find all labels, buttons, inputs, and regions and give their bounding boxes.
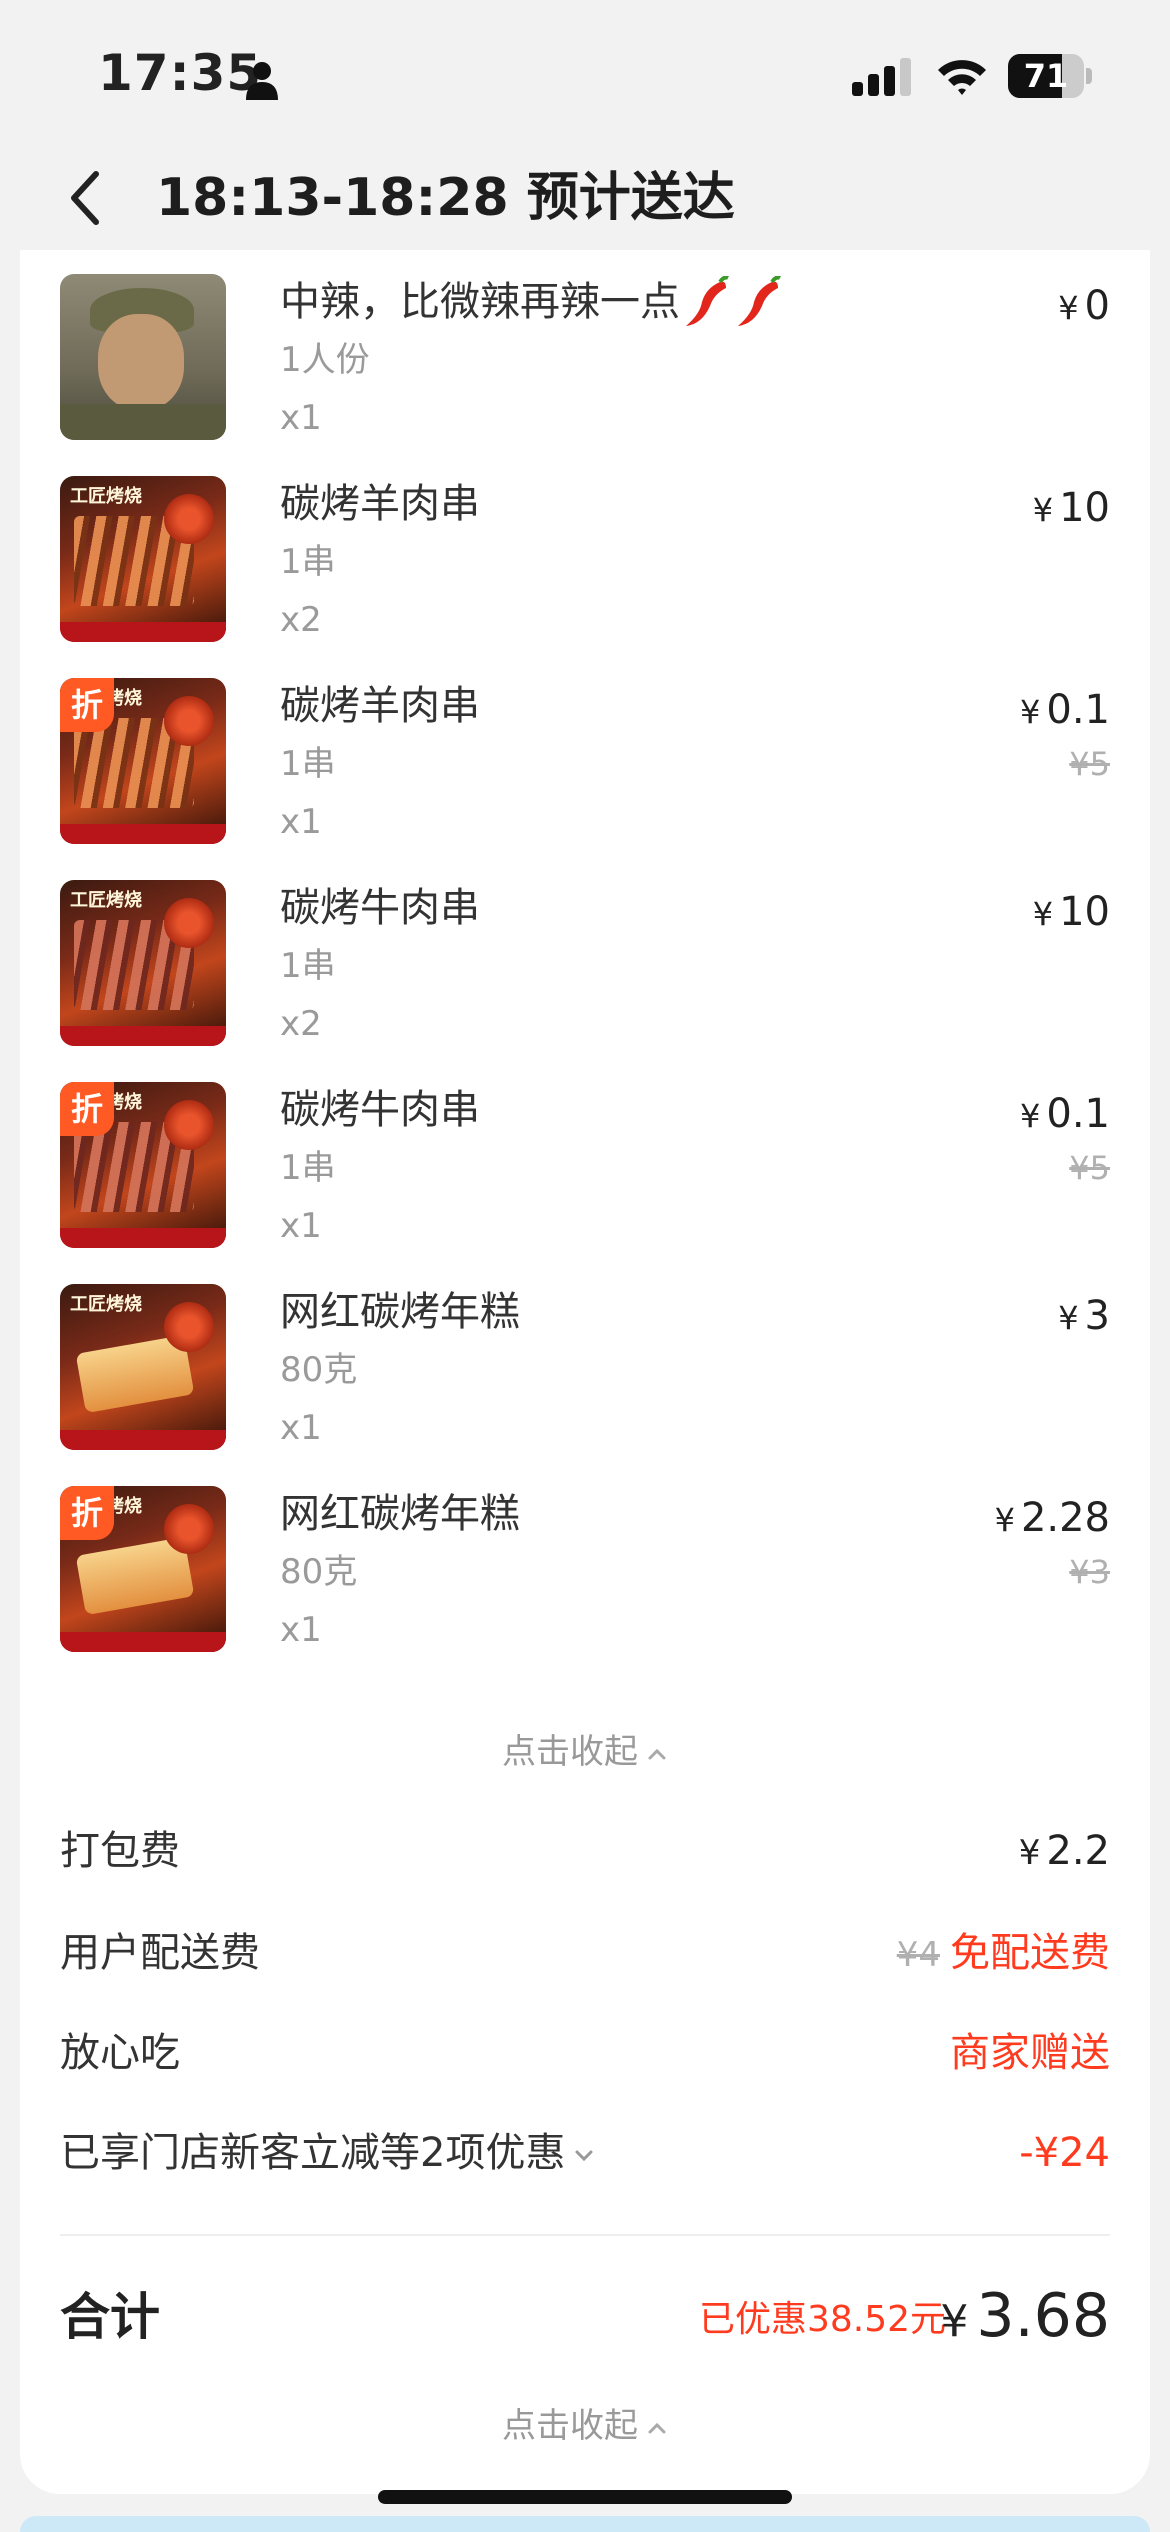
battery-indicator: 71 (1008, 54, 1092, 98)
item-thumbnail: 工匠烤烧 折 (60, 1082, 226, 1248)
promo-value: -¥24 (1019, 2130, 1110, 2176)
next-section-peek (20, 2516, 1150, 2532)
order-detail-card: 中辣，比微辣再辣一点 1人份 x1 ¥0 工匠烤烧 碳烤羊肉串 1串 x2 ¥1… (20, 250, 1150, 2494)
collapse-label: 点击收起 (502, 2406, 638, 2446)
list-item[interactable]: 工匠烤烧 折 碳烤羊肉串 1串 x1 ¥0.1 ¥5 (60, 678, 1110, 848)
total-label: 合计 (60, 2288, 160, 2346)
list-item[interactable]: 工匠烤烧 折 碳烤牛肉串 1串 x1 ¥0.1 ¥5 (60, 1082, 1110, 1252)
item-name: 中辣，比微辣再辣一点 (280, 274, 784, 332)
item-thumbnail: 工匠烤烧 折 (60, 1486, 226, 1652)
item-quantity: x1 (280, 802, 322, 842)
person-icon (246, 62, 278, 100)
item-quantity: x1 (280, 1206, 322, 1246)
item-thumbnail: 工匠烤烧 (60, 476, 226, 642)
page-header: 18:13-18:28 预计送达 (0, 150, 1170, 250)
item-name: 网红碳烤年糕 (280, 1289, 520, 1335)
item-name: 碳烤牛肉串 (280, 1087, 480, 1133)
item-spec: 80克 (280, 1350, 358, 1390)
item-spec: 80克 (280, 1552, 358, 1592)
item-price: ¥2.28 (994, 1495, 1110, 1541)
battery-level-text: 71 (1023, 57, 1069, 95)
item-thumbnail: 工匠烤烧 折 (60, 678, 226, 844)
assurance-row: 放心吃 商家赠送 (60, 2018, 1110, 2088)
item-name: 网红碳烤年糕 (280, 1491, 520, 1537)
item-quantity: x1 (280, 1610, 322, 1650)
chili-pepper-icon (686, 276, 729, 326)
item-spec: 1串 (280, 1148, 336, 1188)
list-item[interactable]: 工匠烤烧 碳烤羊肉串 1串 x2 ¥10 (60, 476, 1110, 646)
assurance-value: 商家赠送 (950, 2030, 1110, 2076)
status-bar: 17:35 71 (0, 0, 1170, 150)
back-arrow-icon[interactable] (56, 158, 116, 238)
list-item[interactable]: 中辣，比微辣再辣一点 1人份 x1 ¥0 (60, 274, 1110, 444)
chevron-up-icon (648, 2422, 666, 2433)
chevron-down-icon (575, 2150, 593, 2162)
cellular-signal-icon (852, 58, 911, 96)
item-original-price: ¥3 (1069, 1553, 1110, 1591)
item-spec: 1串 (280, 542, 336, 582)
chevron-up-icon (648, 1748, 666, 1759)
item-thumbnail: 工匠烤烧 (60, 1284, 226, 1450)
item-price: ¥3 (1058, 1293, 1110, 1339)
item-thumbnail (60, 274, 226, 440)
discount-badge: 折 (60, 678, 114, 732)
item-price: ¥10 (1032, 889, 1110, 935)
assurance-label: 放心吃 (60, 2030, 180, 2076)
list-item[interactable]: 工匠烤烧 折 网红碳烤年糕 80克 x1 ¥2.28 ¥3 (60, 1486, 1110, 1656)
total-saved: 已优惠38.52元 (698, 2299, 946, 2340)
collapse-items-button[interactable]: 点击收起 (20, 1724, 1150, 1773)
delivery-fee-row: 用户配送费 ¥4 免配送费 (60, 1918, 1110, 1988)
page-title: 18:13-18:28 预计送达 (156, 168, 735, 228)
item-price: ¥0.1 (1020, 1091, 1110, 1137)
item-price: ¥0.1 (1020, 687, 1110, 733)
item-quantity: x2 (280, 600, 322, 640)
promo-row[interactable]: 已享门店新客立减等2项优惠 -¥24 (60, 2118, 1110, 2188)
item-thumbnail: 工匠烤烧 (60, 880, 226, 1046)
packing-fee-row: 打包费 ¥2.2 (60, 1816, 1110, 1886)
discount-badge: 折 (60, 1082, 114, 1136)
item-price: ¥10 (1032, 485, 1110, 531)
item-quantity: x2 (280, 1004, 322, 1044)
total-amount: ¥3.68 (940, 2281, 1110, 2351)
item-name: 碳烤羊肉串 (280, 683, 480, 729)
item-original-price: ¥5 (1069, 1149, 1110, 1187)
packing-fee-value: ¥2.2 (1018, 1828, 1110, 1874)
collapse-label: 点击收起 (502, 1732, 638, 1772)
divider (60, 2234, 1110, 2236)
delivery-fee-label: 用户配送费 (60, 1930, 260, 1976)
discount-badge: 折 (60, 1486, 114, 1540)
item-spec: 1人份 (280, 340, 370, 380)
collapse-details-button[interactable]: 点击收起 (20, 2398, 1150, 2447)
delivery-fee-original: ¥4 (896, 1935, 940, 1975)
item-spec: 1串 (280, 744, 336, 784)
list-item[interactable]: 工匠烤烧 碳烤牛肉串 1串 x2 ¥10 (60, 880, 1110, 1050)
item-name: 碳烤羊肉串 (280, 481, 480, 527)
delivery-fee-value: ¥4 免配送费 (896, 1930, 1110, 1976)
item-name: 碳烤牛肉串 (280, 885, 480, 931)
item-quantity: x1 (280, 398, 322, 438)
chili-pepper-icon (738, 276, 781, 326)
status-time: 17:35 (98, 44, 263, 102)
item-original-price: ¥5 (1069, 745, 1110, 783)
item-price: ¥0 (1058, 283, 1110, 329)
packing-fee-label: 打包费 (60, 1828, 180, 1874)
wifi-icon (938, 60, 986, 95)
home-indicator[interactable] (378, 2490, 792, 2504)
item-quantity: x1 (280, 1408, 322, 1448)
item-spec: 1串 (280, 946, 336, 986)
promo-label: 已享门店新客立减等2项优惠 (60, 2118, 595, 2188)
list-item[interactable]: 工匠烤烧 网红碳烤年糕 80克 x1 ¥3 (60, 1284, 1110, 1454)
